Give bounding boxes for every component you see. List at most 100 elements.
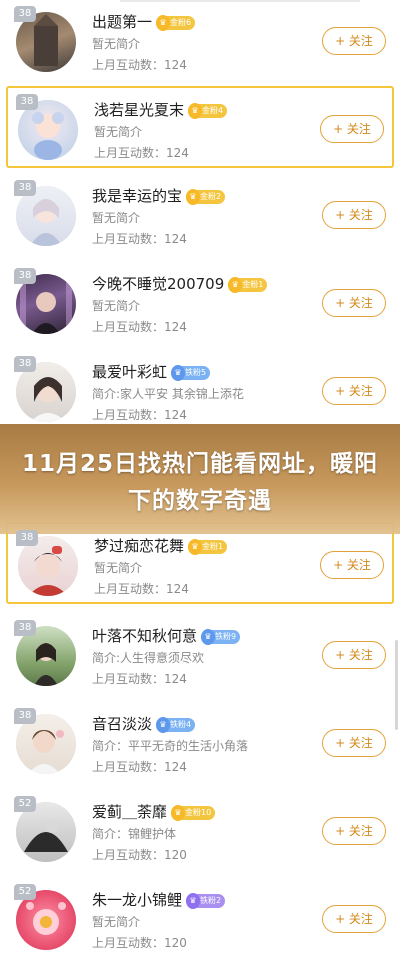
user-intro: 简介:人生得意须尽欢 [92,651,205,665]
fan-level-text: 金粉1 [242,280,264,289]
follow-button[interactable]: + 关注 [322,817,386,845]
rank-badge: 38 [14,6,36,22]
fan-level-text: 铁粉4 [170,720,192,729]
fan-level-text: 金粉4 [202,106,224,115]
user-name-text: 梦过痴恋花舞 [94,537,185,555]
follow-button[interactable]: + 关注 [322,289,386,317]
list-item[interactable]: 38 浅若星光夏末 ♛ 金粉4 暂无简介 上月互动数：124 + 关注 [6,86,394,168]
fan-level-icon: ♛ [228,277,243,293]
follow-button[interactable]: + 关注 [322,729,386,757]
follow-button[interactable]: + 关注 [320,115,384,143]
list-item[interactable]: 52 爱蓟＿荼靡 ♛ 金粉10 简介：锦鲤护体 上月互动数：120 + 关注 [6,790,394,872]
user-name-text: 出题第一 [92,13,153,31]
user-name-text: 最爱叶彩虹 [92,363,168,381]
user-name: 爱蓟＿荼靡 ♛ 金粉10 [92,801,216,822]
follow-button[interactable]: + 关注 [322,905,386,933]
interaction-count: 上月互动数：124 [92,760,187,774]
user-name-text: 音召淡淡 [92,715,153,733]
list-item[interactable]: 52 朱一龙小锦鲤 ♛ 铁粉2 暂无简介 上月互动数：120 + 关注 [6,878,394,960]
user-intro: 简介：平平无奇的生活小角落 [92,739,249,753]
fan-level-icon: ♛ [188,539,203,555]
user-intro: 暂无简介 [92,37,141,51]
fan-level-badge: ♛ 金粉1 [188,539,228,555]
fan-level-text: 金粉1 [202,542,224,551]
interaction-count: 上月互动数：120 [92,848,187,862]
user-name: 今晚不睡觉200709 ♛ 金粉1 [92,273,268,294]
user-name: 朱一龙小锦鲤 ♛ 铁粉2 [92,889,226,910]
user-intro: 简介:家人平安 其余锦上添花 [92,387,244,401]
interaction-count: 上月互动数：124 [94,146,189,160]
fan-level-icon: ♛ [201,629,216,645]
fan-level-badge: ♛ 金粉10 [171,805,216,821]
interaction-count: 上月互动数：124 [92,232,187,246]
rank-badge: 38 [14,620,36,636]
fan-level-badge: ♛ 铁粉2 [186,893,226,909]
interaction-count: 上月互动数：124 [92,408,187,422]
user-name-text: 今晚不睡觉200709 [92,275,225,293]
list-item[interactable]: 38 梦过痴恋花舞 ♛ 金粉1 暂无简介 上月互动数：124 + 关注 [6,522,394,604]
fan-level-badge: ♛ 金粉2 [186,189,226,205]
interaction-count: 上月互动数：124 [94,582,189,596]
fan-level-icon: ♛ [171,805,186,821]
rank-badge: 38 [14,268,36,284]
user-name-text: 朱一龙小锦鲤 [92,891,183,909]
user-intro: 暂无简介 [92,915,141,929]
rank-badge: 52 [14,796,36,812]
interaction-count: 上月互动数：124 [92,58,187,72]
user-intro: 暂无简介 [92,211,141,225]
fan-level-badge: ♛ 金粉4 [188,103,228,119]
user-name: 出题第一 ♛ 金粉6 [92,11,196,32]
banner-title: 11月25日找热门能看网址，暖阳下的数字奇遇 [21,451,378,514]
interaction-count: 上月互动数：124 [92,320,187,334]
user-name-text: 叶落不知秋何意 [92,627,198,645]
list-item[interactable]: 38 最爱叶彩虹 ♛ 铁粉5 简介:家人平安 其余锦上添花 上月互动数：124 + … [6,350,394,432]
follow-button[interactable]: + 关注 [320,551,384,579]
fan-level-icon: ♛ [171,365,186,381]
fan-level-icon: ♛ [188,103,203,119]
fan-level-icon: ♛ [156,717,171,733]
user-name-text: 浅若星光夏末 [94,101,185,119]
rank-badge: 38 [16,530,38,546]
user-name: 浅若星光夏末 ♛ 金粉4 [94,99,228,120]
rank-badge: 38 [16,94,38,110]
follow-button[interactable]: + 关注 [322,377,386,405]
user-name: 梦过痴恋花舞 ♛ 金粉1 [94,535,228,556]
interaction-count: 上月互动数：120 [92,936,187,950]
user-name: 叶落不知秋何意 ♛ 铁粉9 [92,625,241,646]
user-name-text: 我是幸运的宝 [92,187,183,205]
fan-level-icon: ♛ [186,893,201,909]
fan-level-text: 金粉10 [185,808,212,817]
rank-badge: 38 [14,708,36,724]
list-item[interactable]: 38 我是幸运的宝 ♛ 金粉2 暂无简介 上月互动数：124 + 关注 [6,174,394,256]
fan-level-text: 铁粉9 [215,632,237,641]
fan-level-icon: ♛ [186,189,201,205]
rank-badge: 38 [14,356,36,372]
scrollbar[interactable] [395,640,398,730]
user-intro: 暂无简介 [92,299,141,313]
user-name: 最爱叶彩虹 ♛ 铁粉5 [92,361,211,382]
fan-level-icon: ♛ [156,15,171,31]
user-intro: 简介：锦鲤护体 [92,827,177,841]
user-name: 我是幸运的宝 ♛ 金粉2 [92,185,226,206]
fan-level-text: 金粉6 [170,18,192,27]
list-item[interactable]: 38 叶落不知秋何意 ♛ 铁粉9 简介:人生得意须尽欢 上月互动数：124 + 关注 [6,614,394,696]
fan-level-text: 铁粉5 [185,368,207,377]
follow-button[interactable]: + 关注 [322,201,386,229]
interaction-count: 上月互动数：124 [92,672,187,686]
rank-badge: 52 [14,884,36,900]
user-name: 音召淡淡 ♛ 铁粉4 [92,713,196,734]
follow-button[interactable]: + 关注 [322,27,386,55]
fan-level-badge: ♛ 铁粉4 [156,717,196,733]
fan-level-badge: ♛ 铁粉9 [201,629,241,645]
fan-level-badge: ♛ 铁粉5 [171,365,211,381]
fan-level-text: 金粉2 [200,192,222,201]
list-item[interactable]: 38 出题第一 ♛ 金粉6 暂无简介 上月互动数：124 + 关注 [6,0,394,82]
user-intro: 暂无简介 [94,125,143,139]
fan-level-badge: ♛ 金粉6 [156,15,196,31]
follow-button[interactable]: + 关注 [322,641,386,669]
rank-badge: 38 [14,180,36,196]
user-intro: 暂无简介 [94,561,143,575]
user-name-text: 爱蓟＿荼靡 [92,803,168,821]
list-item[interactable]: 38 今晚不睡觉200709 ♛ 金粉1 暂无简介 上月互动数：124 + 关注 [6,262,394,344]
list-item[interactable]: 38 音召淡淡 ♛ 铁粉4 简介：平平无奇的生活小角落 上月互动数：124 + 关注 [6,702,394,784]
